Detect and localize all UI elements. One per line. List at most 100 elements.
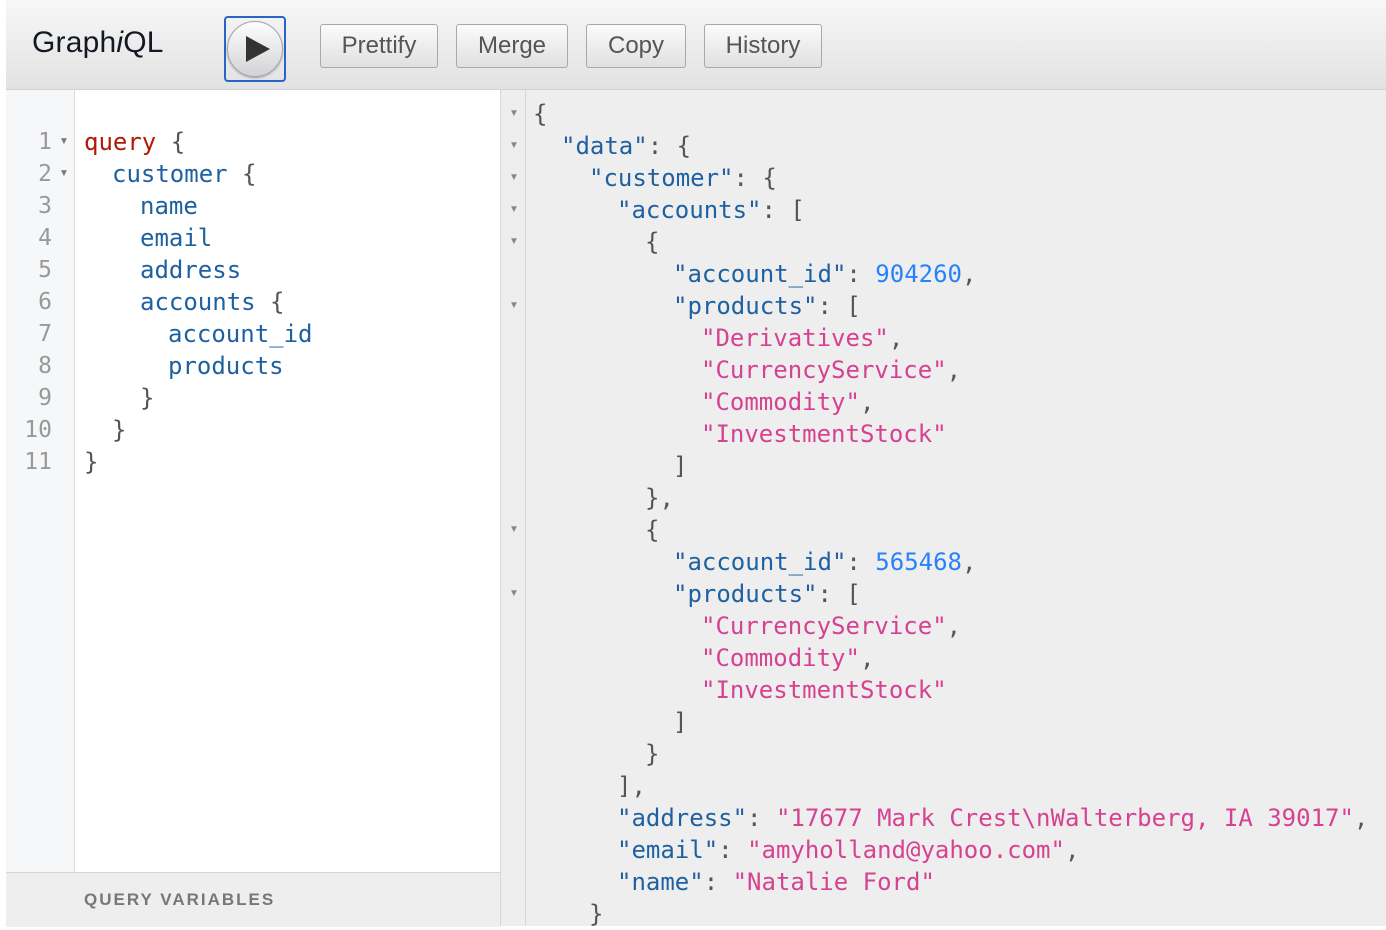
result-token: { <box>645 516 660 544</box>
history-button[interactable]: History <box>704 24 822 68</box>
result-token: "CurrencyService" <box>701 612 947 640</box>
line-number: 6 <box>38 289 52 315</box>
result-token: , <box>1353 804 1369 832</box>
code-token: { <box>156 128 186 156</box>
fold-arrow-icon[interactable]: ▼ <box>59 126 71 158</box>
code-token: email <box>140 224 213 252</box>
code-token: query <box>84 128 157 156</box>
code-line[interactable]: email <box>140 222 212 254</box>
result-line: "data": { <box>561 130 691 162</box>
result-fold-arrow-icon[interactable]: ▼ <box>509 226 519 258</box>
result-line: } <box>645 738 659 770</box>
result-line: "products": [ <box>673 578 861 610</box>
code-token: account_id <box>168 320 313 348</box>
code-line[interactable]: customer { <box>112 158 257 190</box>
line-number: 8 <box>38 353 52 379</box>
result-line: "account_id": 565468, <box>673 546 976 578</box>
execute-circle[interactable] <box>227 21 283 77</box>
result-fold-arrow-icon[interactable]: ▼ <box>509 162 519 194</box>
result-line: "Commodity", <box>701 386 874 418</box>
result-fold-arrow-icon[interactable]: ▼ <box>509 130 519 162</box>
toolbar: GraphiQL Prettify Merge Copy History <box>6 0 1386 90</box>
line-number: 10 <box>24 417 52 443</box>
result-fold-arrow-icon[interactable]: ▼ <box>509 514 519 546</box>
code-line[interactable]: query { <box>84 126 185 158</box>
result-line: "accounts": [ <box>617 194 805 226</box>
result-token: : { <box>733 164 777 192</box>
result-fold-arrow-icon[interactable]: ▼ <box>509 194 519 226</box>
result-line: "CurrencyService", <box>701 354 961 386</box>
result-line: "address": "17677 Mark Crest\nWalterberg… <box>617 802 1368 834</box>
code-token: { <box>255 288 285 316</box>
result-token: "account_id" <box>673 548 847 576</box>
code-token: { <box>227 160 257 188</box>
query-variables-bar[interactable]: QUERY VARIABLES <box>6 872 500 927</box>
result-token: "products" <box>673 292 818 320</box>
copy-button[interactable]: Copy <box>586 24 686 68</box>
result-line: ] <box>673 450 687 482</box>
result-token: : [ <box>761 196 805 224</box>
result-token: , <box>859 644 875 672</box>
code-line[interactable]: } <box>84 446 98 478</box>
line-number: 3 <box>38 193 52 219</box>
result-token: "name" <box>617 868 704 896</box>
result-token: "accounts" <box>617 196 762 224</box>
merge-button[interactable]: Merge <box>456 24 568 68</box>
code-token: } <box>84 448 99 476</box>
result-token: : <box>703 868 733 896</box>
result-token: { <box>645 228 660 256</box>
code-line[interactable]: } <box>140 382 154 414</box>
result-token: "InvestmentStock" <box>701 420 947 448</box>
result-token: , <box>859 388 875 416</box>
result-token: : <box>846 260 876 288</box>
result-line: { <box>533 98 547 130</box>
result-token: : <box>846 548 876 576</box>
result-line: ], <box>617 770 646 802</box>
result-token: "17677 Mark Crest\nWalterberg, IA 39017" <box>775 804 1354 832</box>
result-token: "products" <box>673 580 818 608</box>
result-line: { <box>645 514 659 546</box>
result-token: "Commodity" <box>701 388 860 416</box>
play-icon <box>245 36 270 62</box>
code-line[interactable]: products <box>168 350 284 382</box>
result-token: } <box>645 740 660 768</box>
result-token: , <box>962 260 977 288</box>
result-line: "account_id": 904260, <box>673 258 976 290</box>
line-number: 4 <box>38 225 52 251</box>
result-token: "InvestmentStock" <box>701 676 947 704</box>
result-line: "email": "amyholland@yahoo.com", <box>617 834 1079 866</box>
fold-arrow-icon[interactable]: ▼ <box>59 158 71 190</box>
execute-query-button[interactable] <box>224 16 286 82</box>
query-variables-label[interactable]: QUERY VARIABLES <box>84 890 275 910</box>
result-token: ], <box>617 772 646 800</box>
result-token: "Commodity" <box>701 644 860 672</box>
app-title: GraphiQL <box>32 26 164 59</box>
result-token: : <box>718 836 748 864</box>
result-fold-arrow-icon[interactable]: ▼ <box>509 290 519 322</box>
result-line: }, <box>645 482 674 514</box>
result-line: } <box>589 898 603 930</box>
code-line[interactable]: account_id <box>168 318 313 350</box>
code-line[interactable]: accounts { <box>140 286 285 318</box>
code-line[interactable]: } <box>112 414 126 446</box>
result-fold-arrow-icon[interactable]: ▼ <box>509 578 519 610</box>
result-line: "InvestmentStock" <box>701 674 947 706</box>
result-viewer: ▼{▼ "data": {▼ "customer": {▼ "accounts": [… <box>501 90 1386 928</box>
result-line: "name": "Natalie Ford" <box>617 866 935 898</box>
result-token: : [ <box>817 580 861 608</box>
result-token: "Natalie Ford" <box>732 868 935 896</box>
result-token: , <box>962 548 977 576</box>
result-token: ] <box>673 708 688 736</box>
code-line[interactable]: address <box>140 254 241 286</box>
code-token: customer <box>112 160 228 188</box>
line-number: 5 <box>38 257 52 283</box>
result-fold-arrow-icon[interactable]: ▼ <box>509 98 519 130</box>
prettify-button[interactable]: Prettify <box>320 24 438 68</box>
query-editor[interactable]: 1 ▼ query {2 ▼ customer {3 name 4 email 5 address… <box>6 90 501 927</box>
code-line[interactable]: name <box>140 190 198 222</box>
line-number: 1 <box>38 129 52 155</box>
result-line: "Derivatives", <box>701 322 903 354</box>
result-line: "InvestmentStock" <box>701 418 947 450</box>
result-token: "data" <box>561 132 648 160</box>
result-token: , <box>946 612 962 640</box>
